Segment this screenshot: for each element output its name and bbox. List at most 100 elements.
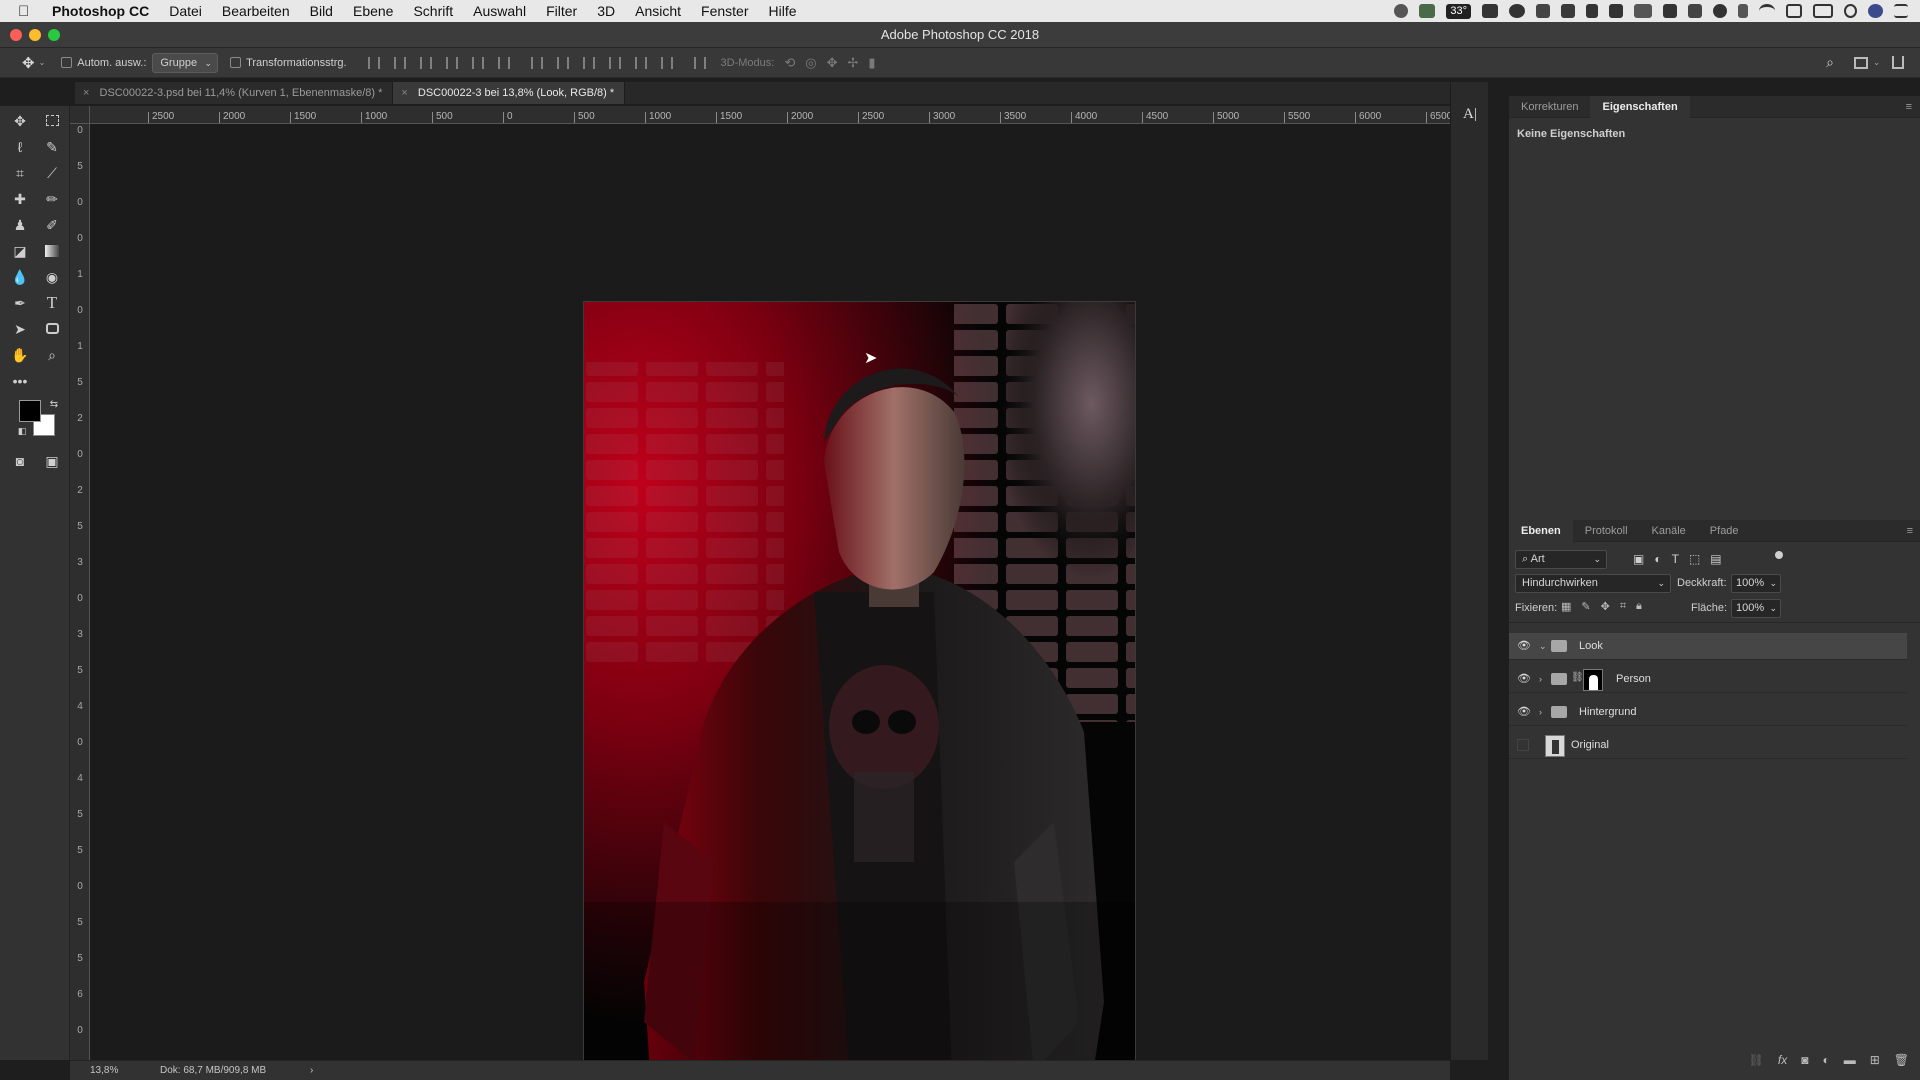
lasso-tool-icon[interactable]: ℓ — [9, 136, 31, 158]
hand-tool-icon[interactable]: ✋ — [9, 344, 31, 366]
layer-thumbnail[interactable] — [1545, 735, 1565, 757]
history-brush-tool-icon[interactable]: ✐ — [41, 214, 63, 236]
sync-icon[interactable] — [1713, 4, 1727, 18]
workspace-icon[interactable] — [1854, 56, 1868, 69]
temperature-badge[interactable]: 33° — [1446, 3, 1471, 19]
screen-capture-icon[interactable] — [1688, 4, 1702, 18]
tab-pfade[interactable]: Pfade — [1698, 520, 1751, 542]
screen-mode-icon[interactable]: ▣ — [41, 450, 63, 472]
distribute-top-icon[interactable] — [530, 56, 543, 69]
move-tool-icon[interactable]: ✥ — [9, 110, 31, 132]
close-window-button[interactable] — [10, 29, 22, 41]
spotlight-icon[interactable] — [1844, 4, 1857, 18]
tab-eigenschaften[interactable]: Eigenschaften — [1590, 95, 1690, 118]
tab-protokoll[interactable]: Protokoll — [1573, 520, 1640, 542]
hd-icon[interactable] — [1634, 4, 1652, 18]
distribute-left-icon[interactable] — [608, 56, 621, 69]
menu-hilfe[interactable]: Hilfe — [769, 3, 797, 19]
move-tool-preset-icon[interactable]: ✥ — [22, 54, 35, 72]
crop-tool-icon[interactable]: ⌗ — [9, 162, 31, 184]
menu-datei[interactable]: Datei — [169, 3, 202, 19]
distribute-vcenter-icon[interactable] — [556, 56, 569, 69]
distribute-bottom-icon[interactable] — [582, 56, 595, 69]
type-layer-filter-icon[interactable]: T — [1672, 552, 1679, 566]
align-right-icon[interactable] — [497, 56, 510, 69]
visibility-toggle-empty[interactable] — [1517, 739, 1529, 751]
shape-tool-icon[interactable] — [41, 318, 63, 340]
lock-pixels-icon[interactable]: ✎ — [1581, 600, 1590, 613]
auto-align-icon[interactable] — [693, 56, 706, 69]
workspace-chevron-icon[interactable]: ⌄ — [1873, 58, 1880, 67]
align-left-icon[interactable] — [445, 56, 458, 69]
document-canvas[interactable]: ➤ — [90, 124, 1450, 1080]
distribute-right-icon[interactable] — [660, 56, 673, 69]
layer-filter-select[interactable]: ⌕ Art ⌄ — [1515, 550, 1607, 569]
monitor-icon[interactable] — [1419, 4, 1436, 18]
menu-schrift[interactable]: Schrift — [413, 3, 453, 19]
panel-menu-icon[interactable]: ≡ — [1906, 96, 1912, 118]
lock-transparency-icon[interactable]: ▦ — [1561, 600, 1571, 613]
menu-fenster[interactable]: Fenster — [701, 3, 748, 19]
more-tools-icon[interactable]: ••• — [9, 370, 31, 392]
zoom-tool-icon[interactable]: ⌕ — [41, 344, 63, 366]
align-bottom-icon[interactable] — [419, 56, 432, 69]
adjustment-layer-filter-icon[interactable]: ◐ — [1654, 552, 1661, 566]
brush-tool-icon[interactable]: ✏ — [41, 188, 63, 210]
document-image[interactable] — [583, 301, 1136, 1080]
layer-row-look[interactable]: 👁︎ ⌄ Look — [1509, 633, 1907, 660]
distribute-hcenter-icon[interactable] — [634, 56, 647, 69]
transform-controls-checkbox[interactable] — [230, 57, 242, 68]
eraser-tool-icon[interactable]: ◪ — [9, 240, 31, 262]
wifi-icon[interactable] — [1759, 4, 1775, 18]
character-panel-icon[interactable]: A| — [1463, 106, 1477, 123]
foreground-color-swatch[interactable] — [19, 400, 41, 422]
layer-name[interactable]: Original — [1571, 739, 1609, 751]
menu-ebene[interactable]: Ebene — [353, 3, 393, 19]
link-layers-icon[interactable]: ⛓ — [1749, 1053, 1764, 1067]
dropbox-icon[interactable] — [1561, 4, 1575, 18]
layer-row-person[interactable]: 👁︎ › ⛓ Person — [1509, 666, 1907, 693]
menu-auswahl[interactable]: Auswahl — [473, 3, 526, 19]
tab-document-2[interactable]: × DSC00022-3 bei 13,8% (Look, RGB/8) * — [393, 82, 626, 104]
status-menu-arrow-icon[interactable]: › — [310, 1065, 313, 1076]
layer-row-original[interactable]: Original — [1509, 732, 1907, 759]
zoom-window-button[interactable] — [48, 29, 60, 41]
horizontal-ruler[interactable]: 2500 2000 1500 1000 500 0 500 1000 1500 2000 2500 3… — [90, 106, 1450, 124]
delete-layer-icon[interactable]: 🗑︎ — [1894, 1053, 1909, 1067]
apple-menu-icon[interactable]:  — [18, 3, 38, 20]
blend-mode-select[interactable]: Hindurchwirken ⌄ — [1515, 574, 1671, 593]
app-status-icon[interactable] — [1482, 4, 1498, 18]
opacity-field[interactable]: 100% ⌄ — [1731, 574, 1781, 593]
menu-app-name[interactable]: Photoshop CC — [52, 3, 149, 19]
new-adjustment-layer-icon[interactable]: ◐ — [1822, 1053, 1829, 1067]
align-vcenter-icon[interactable] — [393, 56, 406, 69]
minimize-window-button[interactable] — [29, 29, 41, 41]
bluetooth-icon[interactable] — [1738, 4, 1748, 18]
layer-name[interactable]: Look — [1579, 640, 1603, 652]
tab-ebenen[interactable]: Ebenen — [1509, 519, 1573, 542]
search-icon[interactable]: ⌕ — [1826, 54, 1834, 71]
filter-toggle-icon[interactable] — [1775, 551, 1783, 559]
lock-position-icon[interactable]: ✥ — [1601, 600, 1610, 613]
tool-preset-chevron-icon[interactable]: ⌄ — [39, 58, 46, 67]
auto-select-dropdown[interactable]: Gruppe ⌄ — [152, 52, 219, 73]
default-colors-icon[interactable]: ◧ — [11, 420, 33, 442]
visibility-eye-icon[interactable]: 👁︎ — [1517, 707, 1531, 718]
new-group-icon[interactable]: ▬ — [1844, 1053, 1856, 1067]
menu-ansicht[interactable]: Ansicht — [635, 3, 681, 19]
pen-tool-icon[interactable]: ✒ — [9, 292, 31, 314]
auto-select-checkbox[interactable] — [61, 57, 73, 68]
creative-cloud-icon[interactable] — [1509, 4, 1525, 18]
toolbox-icon[interactable] — [1663, 4, 1677, 18]
visibility-eye-icon[interactable]: 👁︎ — [1517, 674, 1531, 685]
visibility-eye-icon[interactable]: 👁︎ — [1517, 641, 1531, 652]
vertical-ruler[interactable]: 0 5 0 0 1 0 1 5 2 0 2 5 3 0 3 5 4 0 4 5 5 0 5 5 6 0 — [70, 124, 90, 1060]
align-top-icon[interactable] — [367, 56, 380, 69]
healing-brush-tool-icon[interactable]: ✚ — [9, 188, 31, 210]
notification-center-icon[interactable] — [1894, 4, 1908, 18]
zoom-level[interactable]: 13,8% — [90, 1065, 160, 1076]
bookmark-icon[interactable] — [1586, 4, 1598, 18]
layer-name[interactable]: Person — [1616, 673, 1651, 685]
tab-document-1[interactable]: × DSC00022-3.psd bei 11,4% (Kurven 1, Eb… — [75, 82, 394, 104]
record-icon[interactable] — [1394, 4, 1409, 18]
